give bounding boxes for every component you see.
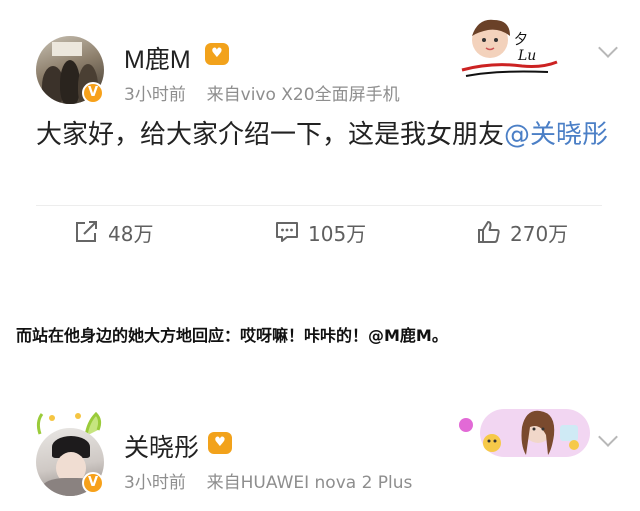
svg-text:夕: 夕: [514, 32, 528, 48]
like-count: 270万: [510, 221, 569, 246]
post1-content: 大家好，给大家介绍一下，这是我女朋友@关晓彤: [36, 116, 616, 155]
post2-source[interactable]: 来自HUAWEI nova 2 Plus: [207, 473, 413, 493]
post2-time: 3小时前: [124, 473, 186, 493]
post1-mention-link[interactable]: @关晓彤: [504, 120, 608, 150]
vip-badge-icon: ♥: [205, 43, 229, 65]
post2-meta: 3小时前 来自HUAWEI nova 2 Plus: [124, 468, 412, 493]
like-icon: [478, 221, 500, 243]
like-button[interactable]: 270万: [476, 218, 568, 246]
post1-meta: 3小时前 来自vivo X20全面屏手机: [124, 80, 400, 105]
avatar-background: [52, 42, 82, 56]
chevron-down-icon[interactable]: [598, 38, 618, 58]
vip-badge-icon: ♥: [208, 432, 232, 454]
repost-icon: [76, 221, 97, 242]
post1-content-text: 大家好，给大家介绍一下，这是我女朋友: [36, 120, 505, 150]
comment-button[interactable]: 105万: [274, 218, 366, 246]
card-banner-decoration: [459, 409, 590, 457]
verified-badge-icon: V: [82, 472, 104, 494]
repost-count: 48万: [108, 221, 154, 246]
repost-button[interactable]: 48万: [74, 218, 153, 246]
comment-count: 105万: [308, 221, 367, 246]
card-banner-decoration: 夕 Lu: [461, 19, 558, 77]
svg-text:Lu: Lu: [517, 48, 536, 64]
post1-source[interactable]: 来自vivo X20全面屏手机: [207, 85, 400, 105]
post2-username[interactable]: 关晓彤: [124, 428, 199, 464]
avatar-figure: [60, 60, 80, 104]
comment-icon: [276, 222, 298, 242]
chevron-down-icon[interactable]: [598, 427, 618, 447]
article-caption: 而站在他身边的她大方地回应：哎呀嘛！咔咔的！@M鹿M。: [16, 326, 448, 345]
divider: [36, 205, 602, 206]
post1-username[interactable]: M鹿M: [124, 40, 191, 76]
post1-time: 3小时前: [124, 85, 186, 105]
verified-badge-icon: V: [82, 82, 104, 104]
